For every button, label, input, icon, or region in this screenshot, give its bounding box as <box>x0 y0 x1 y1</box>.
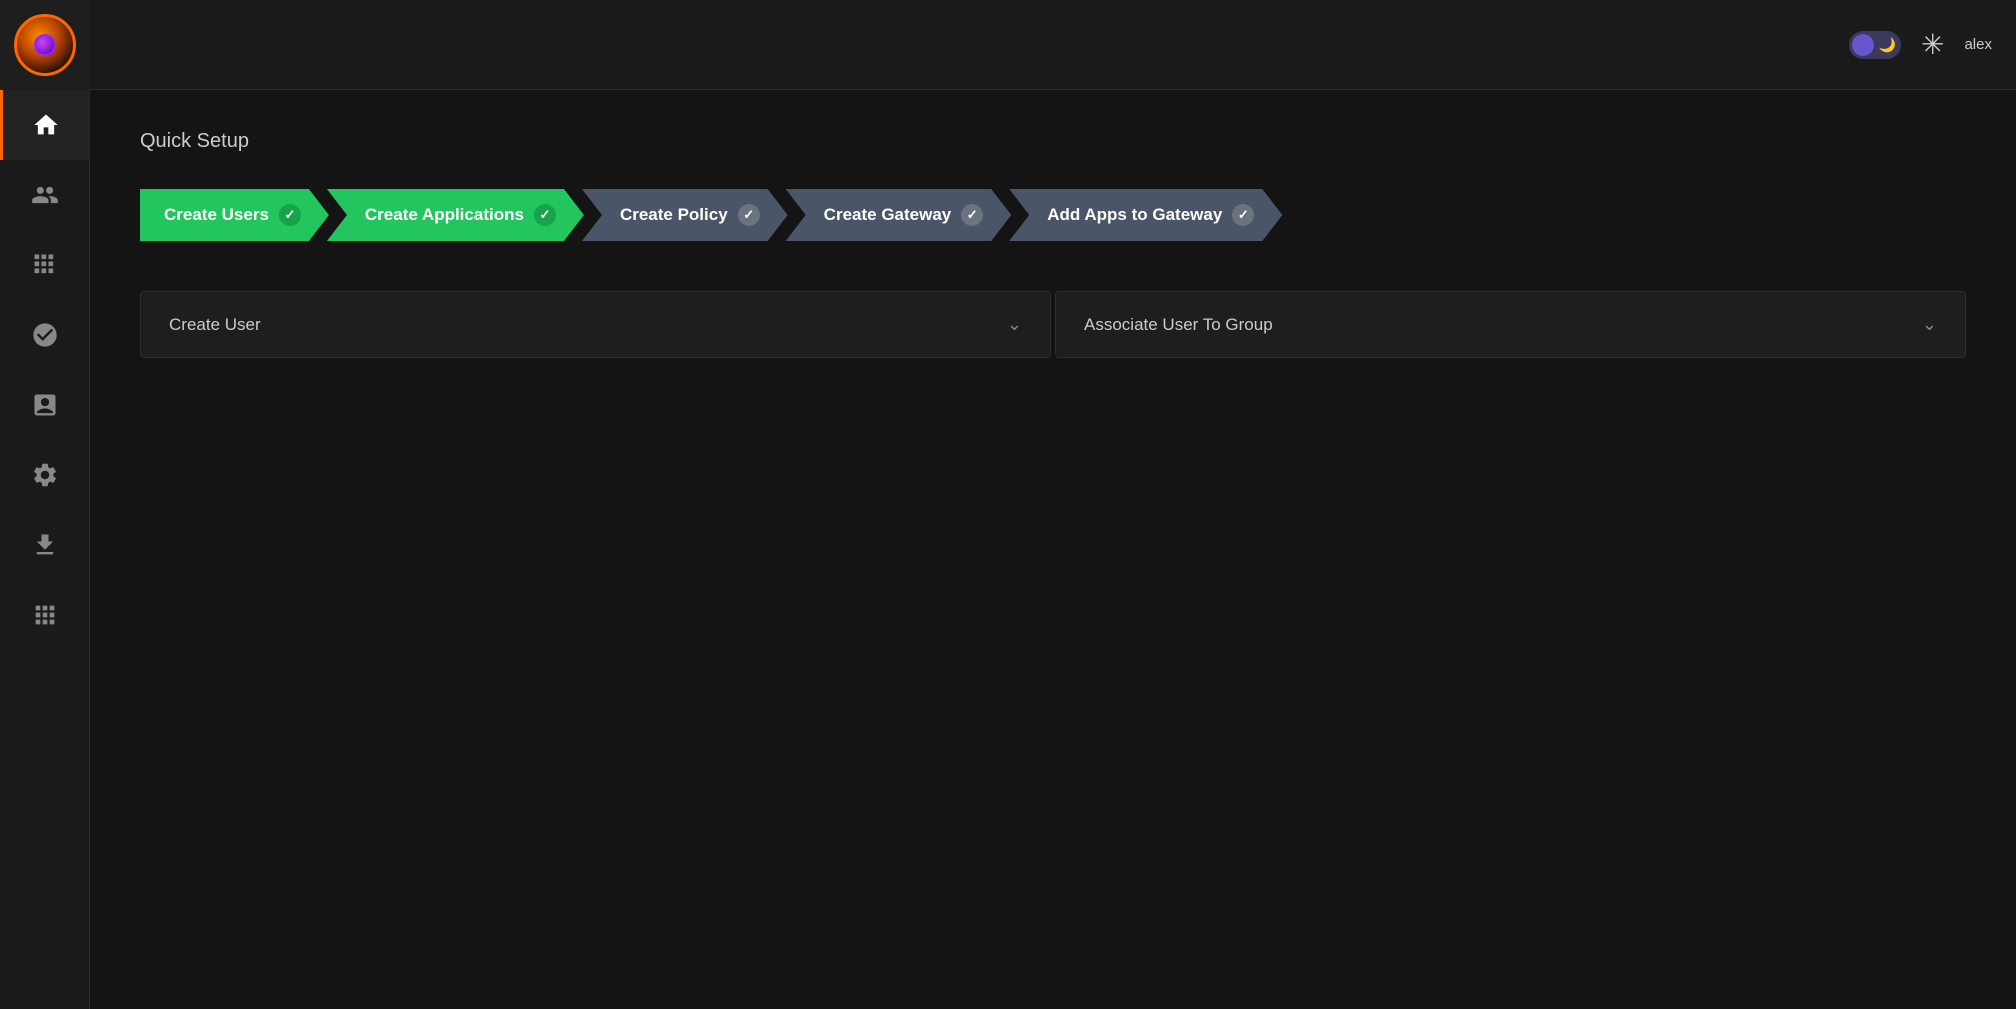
accordion-label-create-user: Create User <box>169 315 261 335</box>
main-content: Quick Setup Create Users ✓ Create Applic… <box>90 90 2016 1009</box>
logo-container[interactable] <box>0 0 90 90</box>
step-label-create-gateway: Create Gateway <box>824 205 952 225</box>
logo-icon <box>14 14 76 76</box>
accordion-associate-user: Associate User To Group ⌄ <box>1055 291 1966 358</box>
accordion-create-user: Create User ⌄ <box>140 291 1051 358</box>
step-check-create-applications: ✓ <box>534 204 556 226</box>
step-shape-add-apps-gateway: Add Apps to Gateway ✓ <box>1009 189 1282 241</box>
step-check-create-users: ✓ <box>279 204 301 226</box>
sidebar-item-download[interactable] <box>0 510 89 580</box>
home-icon <box>32 111 60 139</box>
logo-inner-circle <box>34 34 56 56</box>
sidebar-item-grid[interactable] <box>0 230 89 300</box>
sidebar-item-policies[interactable] <box>0 370 89 440</box>
step-check-create-policy: ✓ <box>738 204 760 226</box>
users-list-icon <box>31 181 59 209</box>
sidebar <box>0 90 90 1009</box>
accordion-header-associate-user[interactable]: Associate User To Group ⌄ <box>1056 292 1965 357</box>
step-label-add-apps-gateway: Add Apps to Gateway <box>1047 205 1222 225</box>
chevron-down-icon-create-user: ⌄ <box>1007 314 1022 335</box>
settings-list-icon <box>31 461 59 489</box>
accordion-label-associate-user: Associate User To Group <box>1084 315 1273 335</box>
dark-mode-toggle[interactable]: 🌙 <box>1849 31 1901 59</box>
header: 🌙 ✳ alex <box>0 0 2016 90</box>
step-create-policy[interactable]: Create Policy ✓ <box>582 189 787 241</box>
grid-icon <box>31 251 59 279</box>
sidebar-item-add-apps[interactable] <box>0 580 89 650</box>
step-label-create-users: Create Users <box>164 205 269 225</box>
user-label: alex <box>1964 36 1992 53</box>
policies-icon <box>31 391 59 419</box>
step-shape-create-gateway: Create Gateway ✓ <box>786 189 1012 241</box>
sidebar-item-settings[interactable] <box>0 440 89 510</box>
stepper: Create Users ✓ Create Applications ✓ Cre… <box>140 189 1966 241</box>
add-apps-icon <box>31 601 59 629</box>
user-roles-icon <box>31 321 59 349</box>
accordion-header-create-user[interactable]: Create User ⌄ <box>141 292 1050 357</box>
step-create-gateway[interactable]: Create Gateway ✓ <box>786 189 1011 241</box>
accordion-row: Create User ⌄ Associate User To Group ⌄ <box>140 291 1966 358</box>
header-right: 🌙 ✳ alex <box>1849 28 1992 61</box>
step-check-add-apps-gateway: ✓ <box>1232 204 1254 226</box>
chevron-down-icon-associate-user: ⌄ <box>1922 314 1937 335</box>
step-shape-create-policy: Create Policy ✓ <box>582 189 788 241</box>
step-shape-create-users: Create Users ✓ <box>140 189 329 241</box>
moon-icon: 🌙 <box>1879 36 1896 53</box>
step-shape-create-applications: Create Applications ✓ <box>327 189 584 241</box>
sidebar-item-user-roles[interactable] <box>0 300 89 370</box>
quick-setup-title: Quick Setup <box>140 130 1966 153</box>
step-add-apps-gateway[interactable]: Add Apps to Gateway ✓ <box>1009 189 1282 241</box>
settings-icon[interactable]: ✳ <box>1921 28 1944 61</box>
header-left <box>0 0 90 90</box>
sidebar-item-home[interactable] <box>0 90 89 160</box>
body-layout: Quick Setup Create Users ✓ Create Applic… <box>0 90 2016 1009</box>
step-create-applications[interactable]: Create Applications ✓ <box>327 189 583 241</box>
sidebar-item-users[interactable] <box>0 160 89 230</box>
step-check-create-gateway: ✓ <box>961 204 983 226</box>
step-create-users[interactable]: Create Users ✓ <box>140 189 328 241</box>
step-label-create-applications: Create Applications <box>365 205 524 225</box>
download-icon <box>31 531 59 559</box>
step-label-create-policy: Create Policy <box>620 205 728 225</box>
